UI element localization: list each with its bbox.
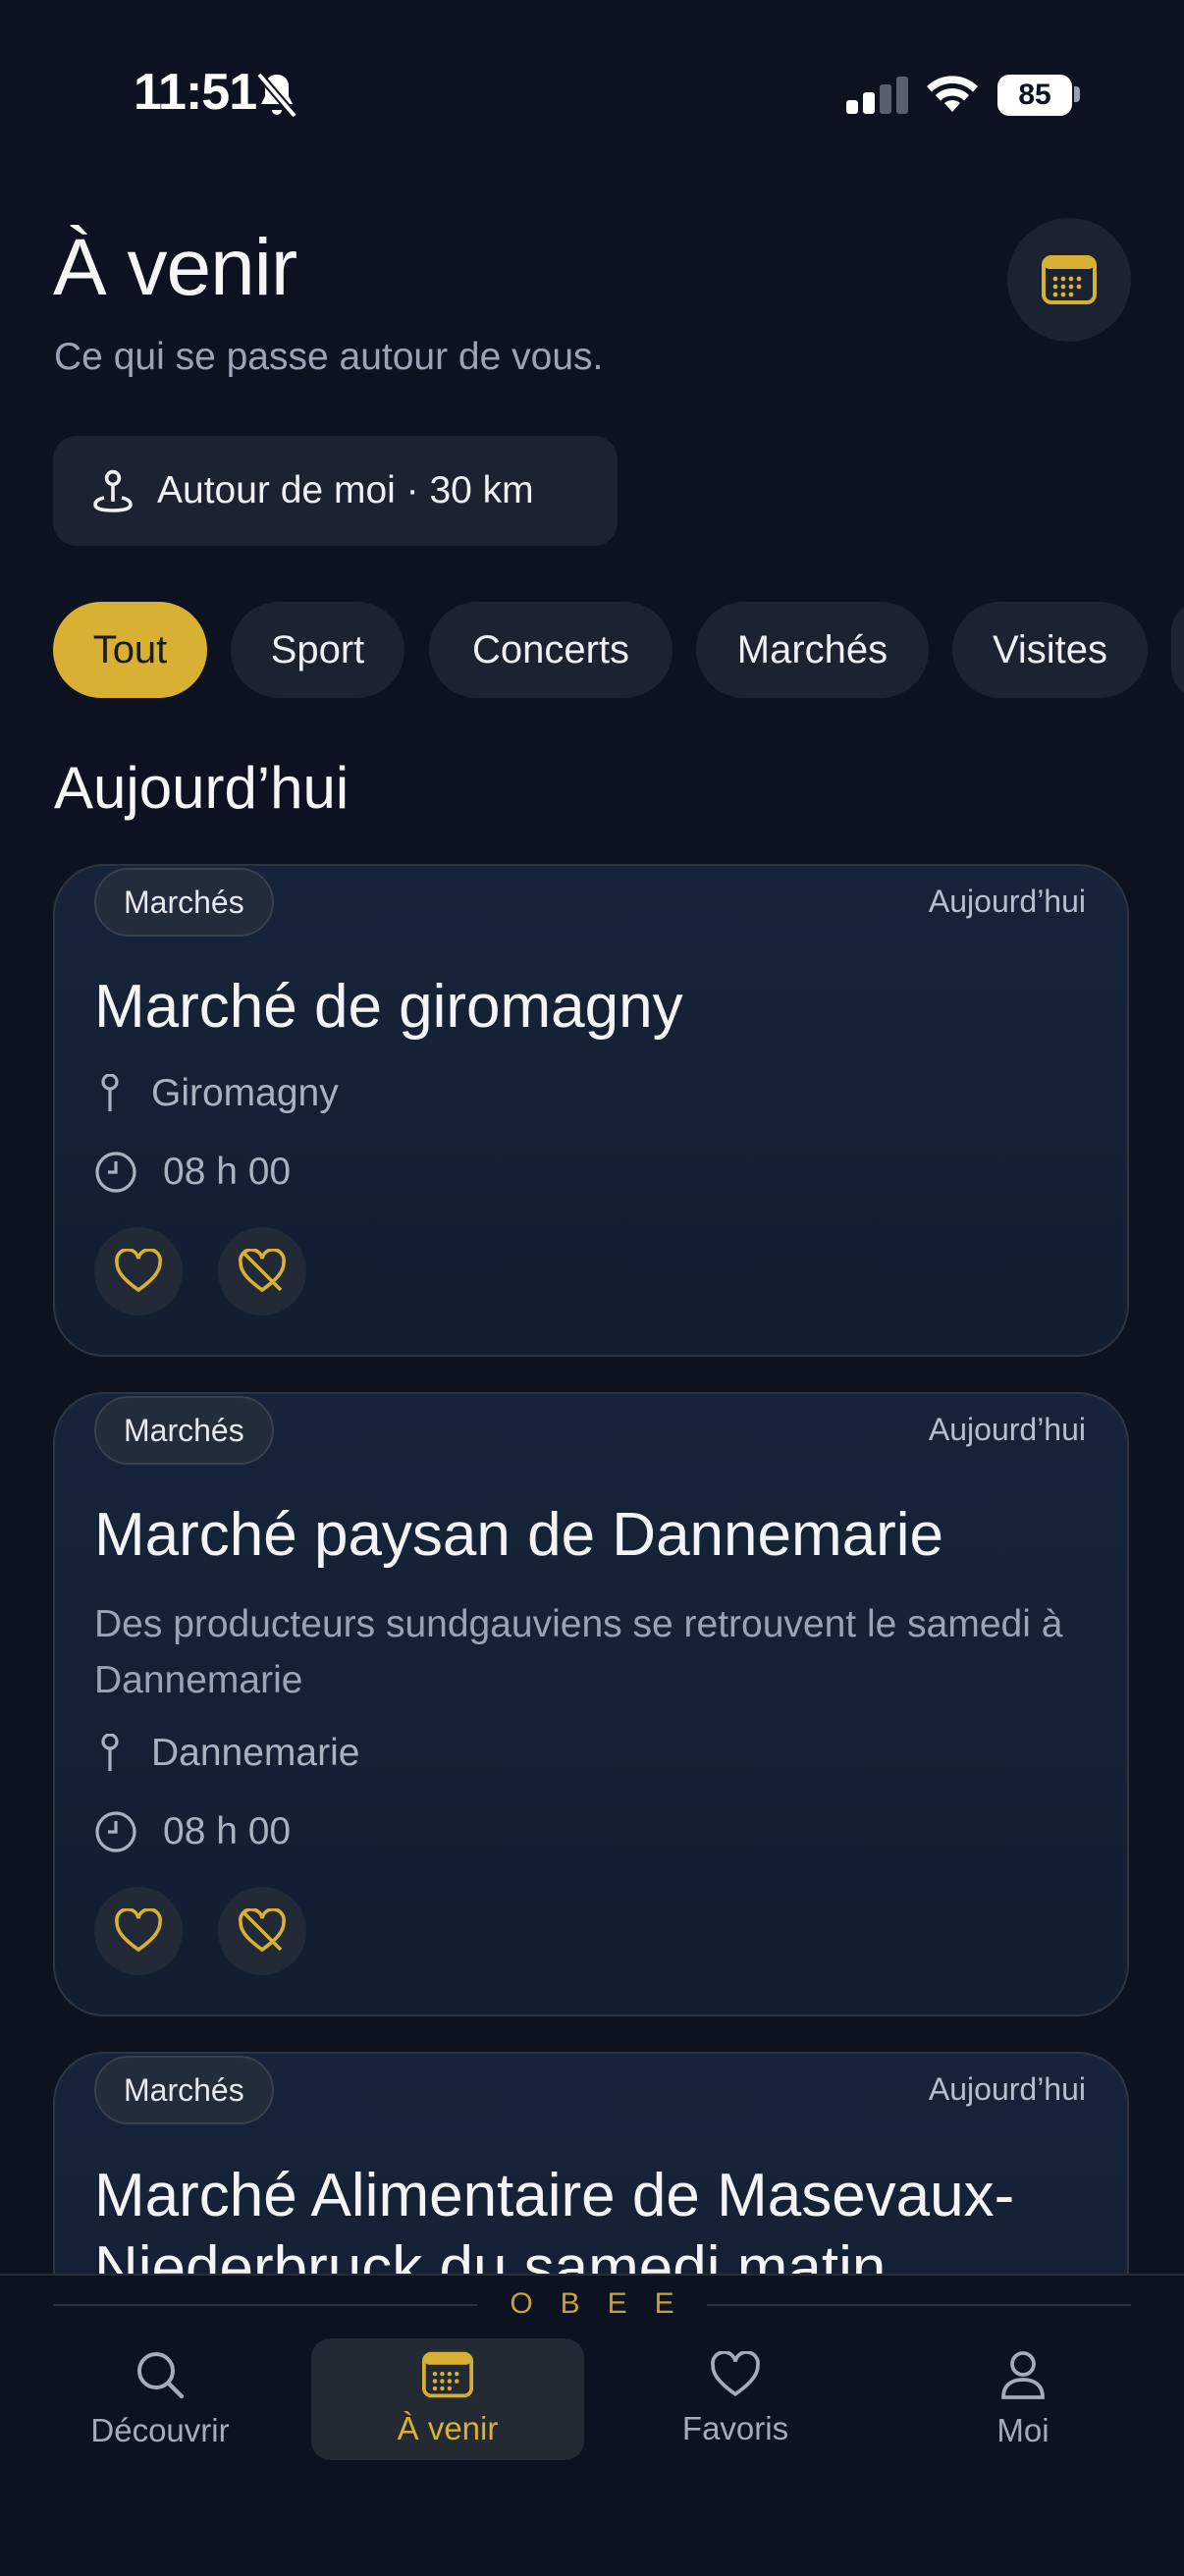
location-radius-button[interactable]: Autour de moi · 30 km bbox=[53, 436, 618, 546]
event-title: Marché de giromagny bbox=[94, 973, 683, 1041]
not-interested-button[interactable] bbox=[218, 1887, 306, 1975]
event-place: Giromagny bbox=[151, 1072, 339, 1114]
favorite-button[interactable] bbox=[94, 1887, 183, 1975]
page-title: À venir bbox=[53, 223, 297, 312]
favorite-button[interactable] bbox=[94, 1227, 183, 1315]
event-date: Aujourd’hui bbox=[928, 1412, 1086, 1447]
calendar-icon bbox=[422, 2351, 473, 2398]
event-time-row: 08 h 00 bbox=[94, 1151, 291, 1194]
location-radius-label: Autour de moi · 30 km bbox=[157, 469, 534, 511]
filter-chip-marches[interactable]: Marchés bbox=[696, 602, 929, 698]
event-place: Dannemarie bbox=[151, 1732, 360, 1774]
event-date: Aujourd’hui bbox=[928, 2071, 1086, 2107]
nav-tab-moi[interactable]: Moi bbox=[887, 2338, 1159, 2460]
event-category-tag: Marchés bbox=[94, 1396, 274, 1465]
battery-tip bbox=[1074, 86, 1080, 102]
nav-tab-label: Favoris bbox=[681, 2410, 789, 2446]
nav-tab-label: Moi bbox=[996, 2412, 1049, 2448]
event-card[interactable]: Marchés Aujourd’hui Marché de giromagny … bbox=[53, 864, 1129, 1357]
event-card[interactable]: Marchés Aujourd’hui Marché paysan de Dan… bbox=[53, 1392, 1129, 2016]
event-time: 08 h 00 bbox=[163, 1151, 292, 1193]
heart-slash-icon bbox=[238, 1249, 287, 1294]
brand-divider-left bbox=[53, 2304, 477, 2306]
filter-chip-concerts[interactable]: Concerts bbox=[429, 602, 673, 698]
filter-chip-tout[interactable]: Tout bbox=[53, 602, 207, 698]
status-time: 11:51 bbox=[134, 64, 257, 121]
clock-icon bbox=[94, 1810, 137, 1853]
event-place-row: Dannemarie bbox=[94, 1732, 359, 1775]
event-description: Des producteurs sundgauviens se retrouve… bbox=[94, 1603, 1063, 1701]
cellular-signal-icon bbox=[846, 77, 909, 116]
bell-muted-icon bbox=[253, 71, 300, 122]
nav-tab-decouvrir[interactable]: Découvrir bbox=[24, 2338, 296, 2460]
heart-icon bbox=[114, 1908, 163, 1954]
event-time-row: 08 h 00 bbox=[94, 1810, 291, 1853]
wifi-icon bbox=[925, 73, 980, 116]
nav-tab-favoris[interactable]: Favoris bbox=[599, 2338, 872, 2460]
brand-wordmark: OBEE bbox=[510, 2287, 702, 2320]
heart-icon bbox=[114, 1249, 163, 1294]
pin-icon bbox=[100, 1074, 134, 1113]
calendar-icon bbox=[1042, 255, 1097, 304]
page-subtitle: Ce qui se passe autour de vous. bbox=[54, 336, 604, 378]
heart-slash-icon bbox=[238, 1908, 287, 1954]
filter-chip-more[interactable] bbox=[1171, 602, 1184, 698]
event-category-tag: Marchés bbox=[94, 2056, 274, 2124]
event-place-row: Giromagny bbox=[94, 1072, 339, 1115]
location-pin-icon bbox=[92, 468, 134, 513]
section-title-today: Aujourd’hui bbox=[54, 755, 350, 821]
battery-level: 85 bbox=[997, 75, 1072, 116]
event-date: Aujourd’hui bbox=[928, 884, 1086, 919]
heart-icon bbox=[710, 2351, 761, 2398]
nav-tab-label: Découvrir bbox=[90, 2412, 230, 2448]
person-icon bbox=[999, 2349, 1047, 2400]
clock-icon bbox=[94, 1151, 137, 1194]
brand-divider-right bbox=[707, 2304, 1131, 2306]
nav-tab-a-venir[interactable]: À venir bbox=[311, 2338, 584, 2460]
filter-chip-visites[interactable]: Visites bbox=[952, 602, 1148, 698]
event-category-tag: Marchés bbox=[94, 868, 274, 937]
not-interested-button[interactable] bbox=[218, 1227, 306, 1315]
calendar-button[interactable] bbox=[1007, 218, 1131, 342]
pin-icon bbox=[100, 1734, 134, 1773]
event-title: Marché paysan de Dannemarie bbox=[94, 1501, 944, 1569]
event-time: 08 h 00 bbox=[163, 1810, 292, 1852]
search-icon bbox=[135, 2349, 186, 2400]
nav-tab-label: À venir bbox=[397, 2410, 499, 2446]
filter-chip-sport[interactable]: Sport bbox=[231, 602, 404, 698]
